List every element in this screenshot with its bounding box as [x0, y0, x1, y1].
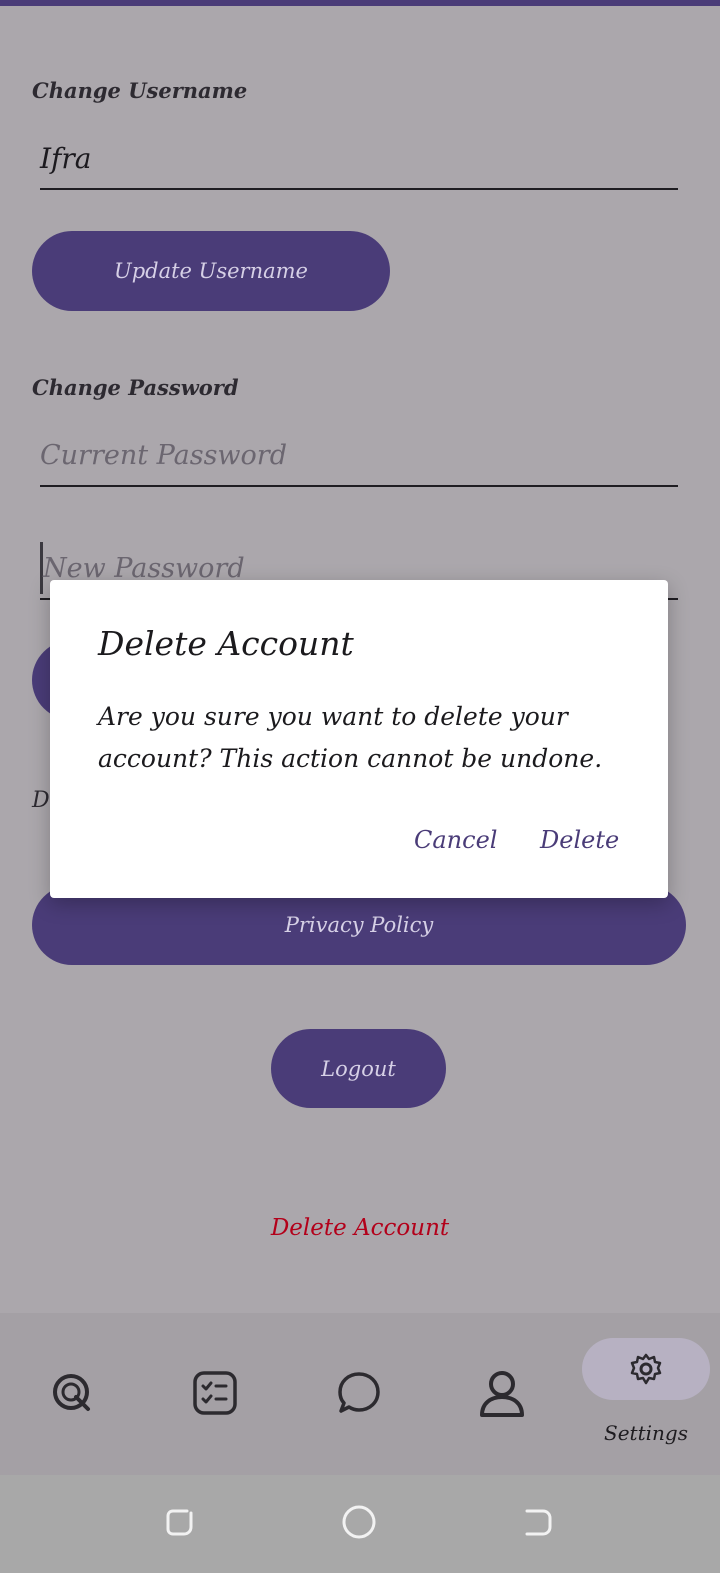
change-username-label: Change Username: [32, 78, 248, 103]
delete-account-dialog: Delete Account Are you sure you want to …: [50, 580, 668, 898]
username-field[interactable]: Ifra: [40, 128, 678, 190]
gear-icon: [630, 1353, 662, 1385]
recents-button[interactable]: [160, 1502, 200, 1542]
nav-chat[interactable]: [329, 1357, 389, 1429]
back-icon: [525, 1509, 552, 1536]
recents-icon: [166, 1509, 193, 1536]
section-label-partial: D: [32, 788, 50, 813]
update-username-button[interactable]: Update Username: [32, 231, 390, 311]
dialog-message: Are you sure you want to delete your acc…: [98, 702, 603, 773]
username-value: Ifra: [40, 141, 92, 175]
nav-profile[interactable]: [472, 1357, 532, 1429]
chat-icon: [338, 1372, 380, 1413]
nav-settings-label: Settings: [604, 1421, 688, 1445]
home-button[interactable]: [339, 1502, 379, 1542]
quiz-icon: [53, 1374, 90, 1411]
dialog-title: Delete Account: [98, 624, 354, 663]
nav-quiz[interactable]: [42, 1357, 102, 1429]
nav-settings[interactable]: [582, 1338, 710, 1400]
checklist-icon: [193, 1371, 237, 1415]
current-password-placeholder: Current Password: [40, 439, 287, 471]
logout-button[interactable]: Logout: [271, 1029, 446, 1108]
nav-tasks[interactable]: [185, 1357, 245, 1429]
profile-icon: [480, 1371, 524, 1417]
home-icon: [342, 1505, 376, 1539]
back-button[interactable]: [518, 1502, 558, 1542]
new-password-placeholder: New Password: [43, 552, 245, 584]
change-password-label: Change Password: [32, 375, 239, 400]
top-accent-bar: [0, 0, 720, 6]
delete-account-link[interactable]: Delete Account: [0, 1215, 720, 1241]
current-password-field[interactable]: Current Password: [40, 425, 678, 487]
confirm-delete-button[interactable]: Delete: [540, 826, 619, 854]
cancel-button[interactable]: Cancel: [414, 826, 497, 854]
